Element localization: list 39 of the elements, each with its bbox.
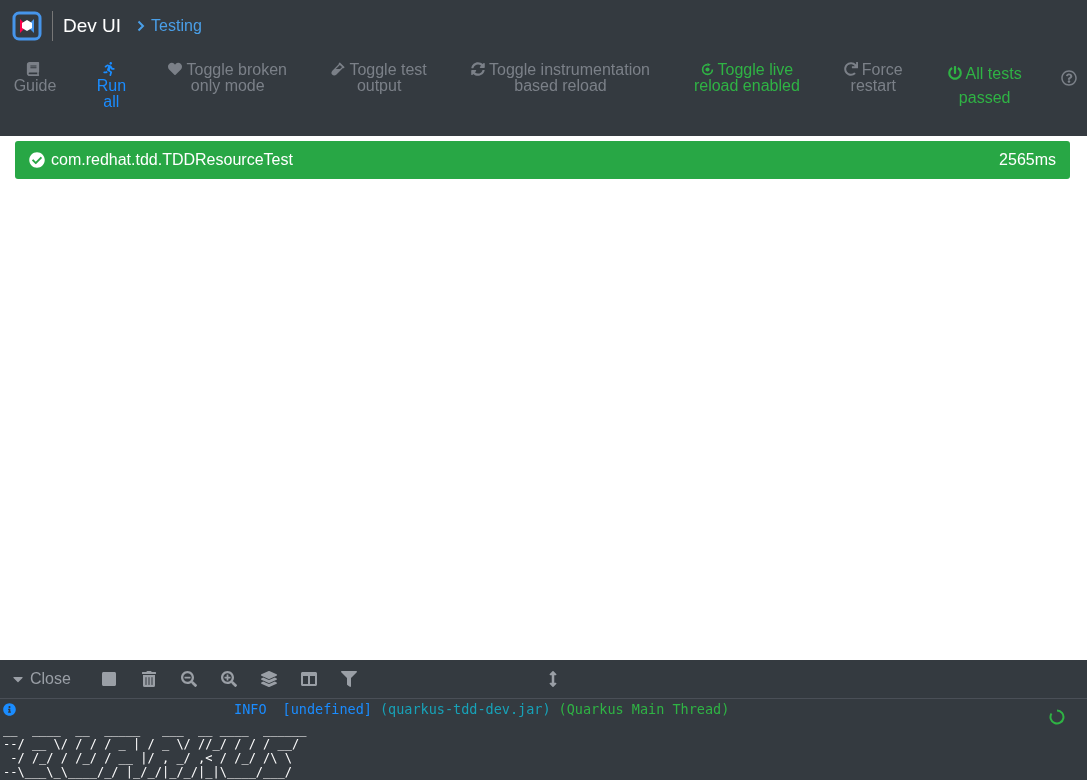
toolbar-button[interactable]: Toggle live reload enabled [686,62,807,94]
info-icon [3,702,16,716]
loading-spinner-icon [1049,709,1065,725]
help-icon[interactable] [1061,70,1077,86]
power-icon [947,66,962,80]
heart-icon [168,62,183,76]
toolbar-button[interactable]: All tests passed [939,62,1030,110]
log-thread: (Quarkus Main Thread) [558,701,730,717]
test-duration: 2565ms [999,151,1056,169]
chevron-right-icon [137,20,146,32]
toolbar-button[interactable]: Toggle test output [324,62,435,94]
toolbar-button[interactable]: Toggle instrumentation based reload [465,62,656,94]
toolbar-button[interactable]: Guide [10,62,60,94]
stop-icon[interactable] [100,671,117,687]
filter-icon[interactable] [340,671,357,687]
breadcrumb-link[interactable]: Testing [137,17,202,35]
zoom-in-icon[interactable] [220,671,237,687]
log-logger: [undefined] [282,701,372,717]
app-logo [12,11,42,41]
columns-icon[interactable] [300,671,317,687]
zoom-out-icon[interactable] [180,671,197,687]
log-source: (quarkus-tdd-dev.jar) [379,701,551,717]
close-button[interactable]: Close [10,670,71,688]
log-level: INFO [234,701,267,717]
layers-icon[interactable] [260,671,277,687]
reload-target-icon [700,63,714,76]
running-person-icon [102,62,117,76]
app-title: Dev UI [63,15,122,37]
vial-icon [331,62,346,76]
trash-icon[interactable] [140,671,157,687]
ascii-banner-text: __ ____ __ _____ ___ __ ____ ______ --/ __ \/ / / / _ | / _ \/ //_/ / / / __/ -/ /_/ / /_/ / __ |/ , _/ ,< / /_/ /\ \ --\___\_\____/_/ |_/_/|_/_/|_|\____/___/ [3,723,308,779]
book-icon [26,62,40,76]
toolbar-button[interactable]: Run all [91,62,132,110]
test-result-bar[interactable]: com.redhat.tdd.TDDResourceTest 2565ms [15,141,1070,179]
toolbar-button[interactable]: Force restart [838,62,909,94]
redo-icon [843,62,858,76]
sync-icon [471,62,485,76]
test-class-name: com.redhat.tdd.TDDResourceTest [51,151,293,169]
toolbar-button[interactable]: Toggle broken only mode [162,62,293,94]
